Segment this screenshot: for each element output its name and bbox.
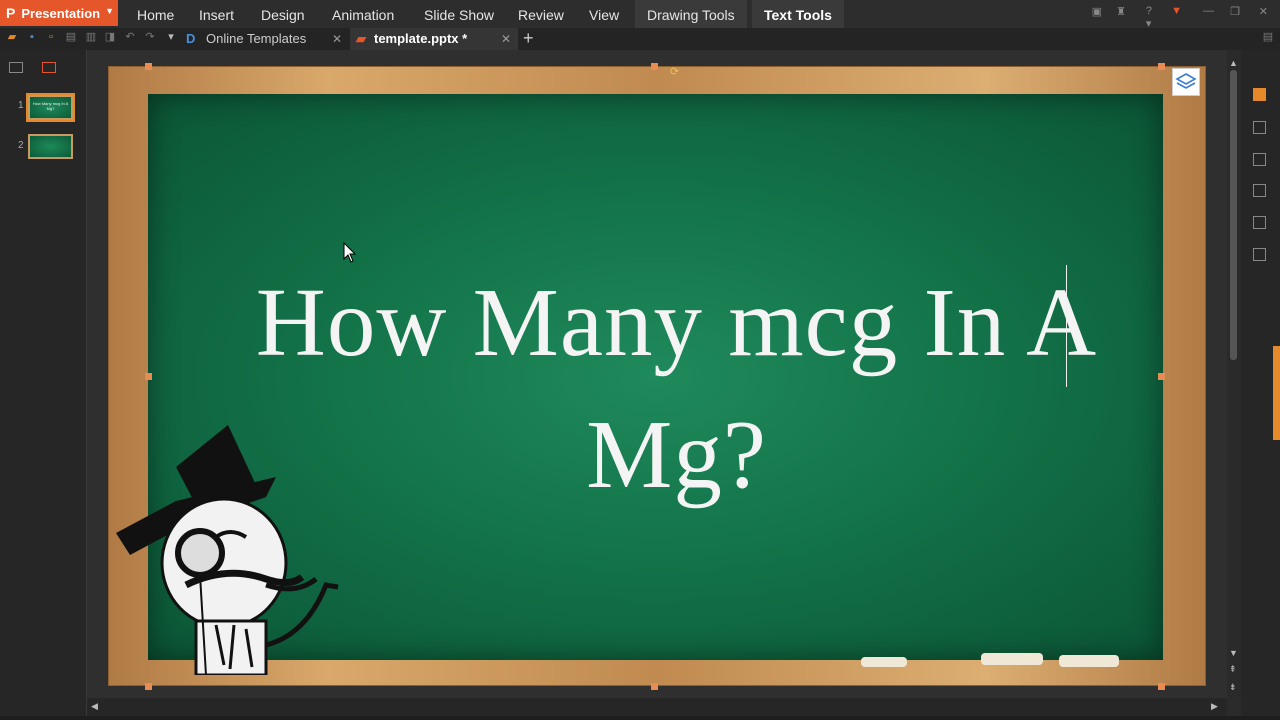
- undo-icon[interactable]: ↶: [124, 31, 136, 43]
- new-tab-icon[interactable]: +: [523, 27, 534, 49]
- tab-template-pptx[interactable]: ▰ template.pptx *: [350, 28, 518, 50]
- picture-icon[interactable]: [1253, 216, 1266, 229]
- previous-slide-icon[interactable]: ⇞: [1229, 664, 1237, 675]
- online-templates-icon: D: [186, 31, 196, 46]
- menu-slide-show[interactable]: Slide Show: [424, 0, 494, 28]
- chalk-piece: [861, 657, 907, 667]
- scroll-up-icon[interactable]: ▲: [1229, 58, 1238, 68]
- slide-number: 2: [18, 140, 24, 151]
- slide-title-line: Mg?: [586, 401, 767, 508]
- open-folder-icon[interactable]: ▰: [6, 31, 18, 43]
- help-icon[interactable]: ?▾: [1146, 5, 1152, 30]
- layers-icon[interactable]: [1172, 68, 1200, 96]
- resize-handle[interactable]: [651, 683, 658, 690]
- resize-handle[interactable]: [145, 683, 152, 690]
- shapes-icon[interactable]: [1253, 121, 1266, 134]
- quick-access-dropdown-icon[interactable]: ▾: [165, 31, 177, 43]
- form-icon[interactable]: [1253, 184, 1266, 197]
- pptx-file-icon: ▰: [356, 31, 366, 46]
- close-tab-icon[interactable]: ✕: [332, 28, 342, 50]
- close-icon[interactable]: ✕: [1259, 5, 1268, 18]
- scrollbar-thumb[interactable]: [1230, 70, 1237, 360]
- document-tab-bar: ▰ ▪ ▫ ▤ ▥ ◨ ↶ ↷ ▾ D Online Templates ✕ ▰…: [0, 28, 1280, 50]
- print-icon[interactable]: ▤: [65, 31, 77, 43]
- resize-handle[interactable]: [1158, 63, 1165, 70]
- slide-number: 1: [18, 100, 24, 111]
- export-icon[interactable]: ◨: [104, 31, 116, 43]
- status-strip: [0, 716, 1280, 720]
- task-pane: [1241, 50, 1280, 720]
- slide-canvas[interactable]: How Many mcg In A Mg? ⟳: [87, 50, 1227, 698]
- shirt-icon[interactable]: ♜: [1116, 5, 1126, 18]
- slide-thumbnail-1[interactable]: How Many mcg In A Mg?: [26, 93, 75, 122]
- tab-label: Online Templates: [206, 31, 307, 46]
- slide-panel: 1 How Many mcg In A Mg? 2: [0, 50, 87, 720]
- rotate-handle-icon[interactable]: ⟳: [670, 65, 679, 78]
- save-icon[interactable]: ▪: [26, 31, 38, 43]
- pane-toggle-icon[interactable]: ▤: [1262, 31, 1274, 43]
- minimize-icon[interactable]: —: [1203, 5, 1214, 17]
- properties-icon[interactable]: [1253, 248, 1266, 261]
- resize-handle[interactable]: [1158, 373, 1165, 380]
- scroll-down-icon[interactable]: ▼: [1229, 648, 1238, 658]
- menu-review[interactable]: Review: [518, 0, 564, 28]
- thumbnail-text: How Many mcg In A Mg?: [32, 101, 69, 111]
- scroll-left-icon[interactable]: ◀: [91, 701, 98, 712]
- redo-icon[interactable]: ↷: [144, 31, 156, 43]
- new-file-icon[interactable]: ▫: [45, 31, 57, 43]
- mouse-pointer-icon: [343, 242, 357, 263]
- menu-bar: P Presentation ▼ Home Insert Design Anim…: [0, 0, 1280, 30]
- resize-handle[interactable]: [145, 63, 152, 70]
- chalkboard-frame: How Many mcg In A Mg? ⟳: [108, 63, 1206, 690]
- menu-insert[interactable]: Insert: [199, 0, 234, 28]
- resize-handle[interactable]: [651, 63, 658, 70]
- tab-online-templates[interactable]: D Online Templates: [182, 28, 348, 50]
- text-caret: [1066, 265, 1067, 387]
- menu-design[interactable]: Design: [261, 0, 305, 28]
- download-icon[interactable]: ▼: [1171, 5, 1182, 17]
- outline-view-icon[interactable]: [9, 62, 23, 73]
- app-logo-icon: P: [6, 5, 16, 21]
- menu-view[interactable]: View: [589, 0, 619, 28]
- slides-view-icon[interactable]: [42, 62, 56, 73]
- app-menu-button[interactable]: P Presentation ▼: [0, 0, 118, 26]
- close-tab-icon[interactable]: ✕: [501, 28, 511, 50]
- slide-title-textbox[interactable]: How Many mcg In A Mg?: [179, 257, 1174, 521]
- print-preview-icon[interactable]: ▥: [85, 31, 97, 43]
- slide-title-line: How Many mcg In A: [255, 269, 1098, 376]
- task-pane-toggle[interactable]: [1273, 346, 1280, 440]
- resize-handle[interactable]: [1158, 683, 1165, 690]
- scroll-right-icon[interactable]: ▶: [1211, 701, 1218, 712]
- chalk-piece: [1059, 655, 1119, 667]
- menu-animation[interactable]: Animation: [332, 0, 394, 28]
- backup-icon[interactable]: [1253, 153, 1266, 166]
- chevron-down-icon: ▼: [105, 6, 114, 16]
- restore-icon[interactable]: ❐: [1230, 5, 1240, 18]
- vertical-scrollbar[interactable]: ▲ ▼ ⇞ ⇟: [1227, 50, 1241, 698]
- horizontal-scrollbar[interactable]: ◀ ▶: [87, 698, 1227, 716]
- slide-thumbnail-2[interactable]: [28, 134, 73, 159]
- resize-handle[interactable]: [145, 373, 152, 380]
- tab-label: template.pptx *: [374, 31, 468, 46]
- new-document-icon[interactable]: [1253, 88, 1266, 101]
- next-slide-icon[interactable]: ⇟: [1229, 682, 1237, 693]
- skin-icon[interactable]: ▣: [1092, 5, 1102, 18]
- menu-text-tools[interactable]: Text Tools: [752, 0, 844, 28]
- chalk-piece: [981, 653, 1043, 665]
- menu-home[interactable]: Home: [137, 0, 174, 28]
- app-name: Presentation: [21, 5, 101, 21]
- menu-drawing-tools[interactable]: Drawing Tools: [635, 0, 747, 28]
